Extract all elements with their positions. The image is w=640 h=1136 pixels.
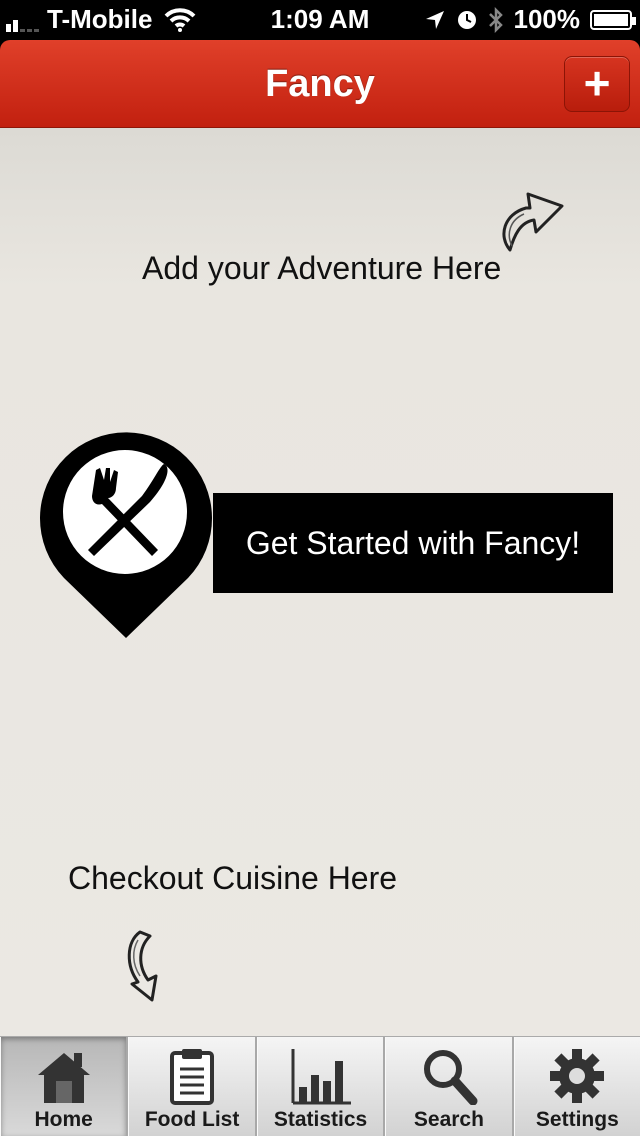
get-started-button[interactable]: Get Started with Fancy! bbox=[213, 493, 613, 593]
clipboard-icon bbox=[170, 1049, 215, 1105]
tab-home[interactable]: Home bbox=[0, 1037, 129, 1136]
tab-food-list[interactable]: Food List bbox=[128, 1037, 257, 1136]
tab-settings-label: Settings bbox=[535, 1108, 619, 1131]
tab-search-label: Search bbox=[413, 1108, 484, 1131]
bluetooth-icon bbox=[488, 6, 503, 33]
add-adventure-hint: Add your Adventure Here bbox=[142, 250, 502, 286]
status-bar: T-Mobile 1:09 AM 100% bbox=[0, 0, 640, 40]
curved-arrow-up-icon bbox=[502, 192, 564, 252]
bar-chart-icon bbox=[291, 1049, 351, 1105]
add-button[interactable]: + bbox=[564, 56, 630, 112]
navigation-bar: Fancy + bbox=[0, 40, 640, 128]
gear-icon bbox=[550, 1049, 605, 1103]
battery-percent: 100% bbox=[513, 4, 581, 34]
tab-home-label: Home bbox=[34, 1108, 93, 1131]
search-icon bbox=[423, 1050, 478, 1105]
tab-statistics[interactable]: Statistics bbox=[256, 1037, 386, 1136]
battery-icon bbox=[590, 9, 636, 30]
main-content: Add your Adventure Here Get Started with… bbox=[0, 128, 640, 1036]
tab-bar: Home Food List Statistics Search Setting… bbox=[0, 1036, 640, 1136]
tab-settings[interactable]: Settings bbox=[513, 1037, 640, 1136]
checkout-cuisine-hint: Checkout Cuisine Here bbox=[68, 860, 398, 896]
location-arrow-icon bbox=[425, 10, 444, 29]
alarm-clock-icon bbox=[457, 10, 476, 29]
page-title: Fancy bbox=[265, 63, 375, 105]
tab-food-list-label: Food List bbox=[144, 1108, 240, 1131]
restaurant-pin-icon bbox=[40, 432, 213, 638]
home-icon bbox=[37, 1053, 90, 1103]
curved-arrow-down-icon bbox=[127, 930, 158, 1002]
tab-search[interactable]: Search bbox=[385, 1037, 514, 1136]
tab-statistics-label: Statistics bbox=[273, 1108, 368, 1131]
